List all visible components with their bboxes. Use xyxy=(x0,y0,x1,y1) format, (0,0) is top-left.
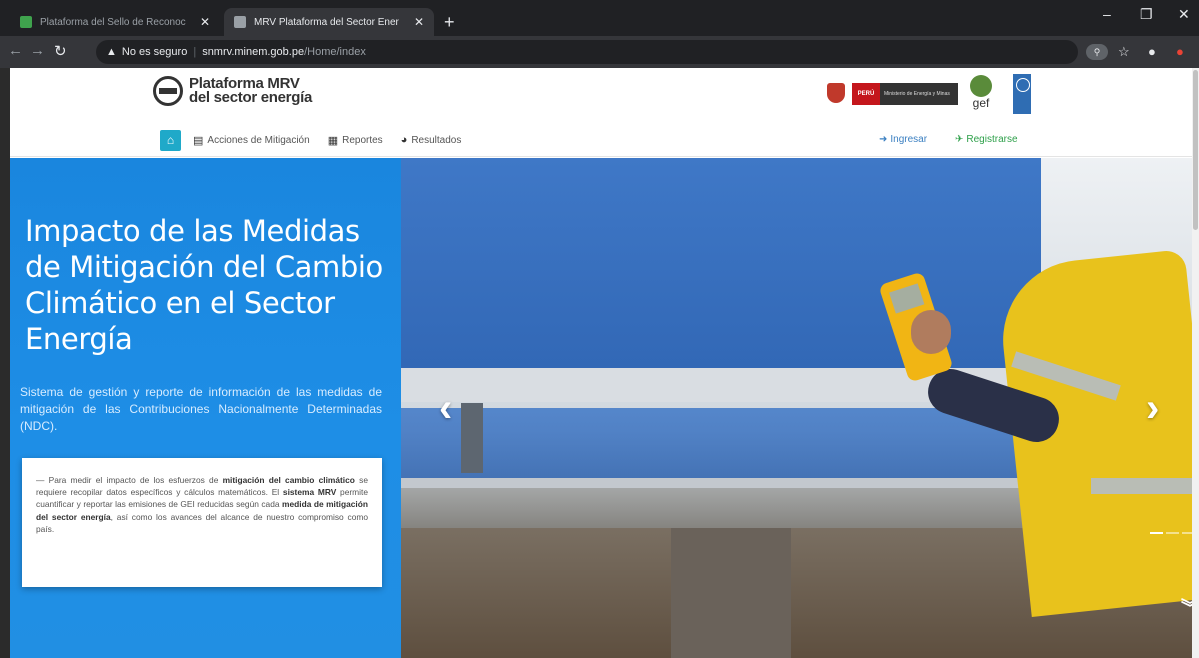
send-icon: ✈ xyxy=(955,134,964,145)
peru-shield-icon xyxy=(827,83,845,103)
nav-resultados[interactable]: ◕ Resultados xyxy=(401,134,462,146)
hero-image-solar-panels: ‹ › ︾ xyxy=(401,158,1192,658)
register-label: Registrarse xyxy=(966,134,1018,145)
scrollbar-thumb[interactable] xyxy=(1193,70,1198,230)
profile-icon[interactable]: ● xyxy=(1148,44,1156,59)
url-host: snmrv.minem.gob.pe xyxy=(202,46,305,58)
multimeter-screen xyxy=(889,283,925,314)
nav-label: Reportes xyxy=(342,134,383,146)
card-text: — Para medir el impacto de los esfuerzos… xyxy=(36,475,223,485)
hero-carousel: Impacto de las Medidas de Mitigación del… xyxy=(10,158,1192,658)
login-link[interactable]: ➜ Ingresar xyxy=(879,134,927,145)
hero-text-panel: Impacto de las Medidas de Mitigación del… xyxy=(10,158,401,658)
peru-label: PERÚ xyxy=(852,83,880,105)
home-button[interactable]: ⌂ xyxy=(160,129,181,151)
address-bar[interactable]: ▲ No es seguro | snmrv.minem.gob.pe /Hom… xyxy=(96,40,1078,64)
carousel-prev-icon[interactable]: ‹ xyxy=(439,386,452,431)
carousel-next-icon[interactable]: › xyxy=(1146,386,1159,431)
panel-rail xyxy=(401,478,1101,488)
tab-close-icon[interactable]: ✕ xyxy=(414,15,424,29)
scroll-down-icon[interactable]: ︾ xyxy=(1181,594,1192,620)
site-header: Plataforma MRV del sector energía PERÚ M… xyxy=(10,68,1192,157)
gef-globe-icon xyxy=(970,75,992,97)
extension-icon[interactable]: ● xyxy=(1176,44,1184,59)
gef-logo: gef xyxy=(968,75,994,111)
url-path: /Home/index xyxy=(304,46,366,58)
register-link[interactable]: ✈ Registrarse xyxy=(955,134,1018,145)
reload-icon[interactable]: ↻ xyxy=(54,42,67,60)
pie-chart-icon: ◕ xyxy=(400,134,408,146)
tab-close-icon[interactable]: ✕ xyxy=(200,15,210,29)
bookmark-star-icon[interactable]: ☆ xyxy=(1118,44,1130,60)
url-separator: | xyxy=(193,46,197,58)
back-icon[interactable]: ← xyxy=(8,42,23,59)
tab-favicon-icon xyxy=(234,16,246,28)
close-window-icon[interactable]: ✕ xyxy=(1178,6,1190,23)
hero-subtitle: Sistema de gestión y reporte de informac… xyxy=(20,385,382,433)
hand-image xyxy=(911,310,951,354)
reflective-stripe xyxy=(1091,478,1192,494)
tab-title: MRV Plataforma del Sector Ener xyxy=(254,16,399,28)
login-label: Ingresar xyxy=(890,134,928,145)
forward-icon[interactable]: → xyxy=(30,42,45,59)
search-extension-icon[interactable]: ⚲ xyxy=(1086,44,1108,60)
warning-icon: ▲ xyxy=(106,46,117,58)
site-logo[interactable]: Plataforma MRV del sector energía xyxy=(153,76,312,106)
carousel-indicator[interactable] xyxy=(1182,532,1192,534)
web-page: Plataforma MRV del sector energía PERÚ M… xyxy=(10,68,1192,658)
nav-label: Acciones de Mitigación xyxy=(207,134,310,146)
minimize-icon[interactable]: – xyxy=(1103,6,1111,22)
report-icon: ▦ xyxy=(327,134,339,147)
logo-line-2: del sector energía xyxy=(189,89,312,106)
globe-logo-icon xyxy=(153,76,183,106)
browser-tab-2[interactable]: MRV Plataforma del Sector Ener ✕ xyxy=(224,8,434,36)
main-nav: ⌂ ▤ Acciones de Mitigación ▦ Reportes ◕ … xyxy=(160,129,479,151)
page-scrollbar[interactable] xyxy=(1192,68,1199,658)
post-image xyxy=(671,528,791,658)
tab-favicon-icon xyxy=(20,16,32,28)
browser-tab-1[interactable]: Plataforma del Sello de Reconoc ✕ xyxy=(10,8,220,36)
tab-title: Plataforma del Sello de Reconoc xyxy=(40,16,186,28)
carousel-indicators xyxy=(1150,532,1192,534)
carousel-indicator[interactable] xyxy=(1150,532,1163,534)
undp-logo xyxy=(1013,74,1031,114)
nav-acciones-mitigacion[interactable]: ▤ Acciones de Mitigación xyxy=(193,134,310,147)
security-label: No es seguro xyxy=(121,46,188,58)
maximize-icon[interactable]: ❐ xyxy=(1140,6,1153,23)
sign-in-icon: ➜ xyxy=(879,134,888,145)
minem-logo: PERÚ Ministerio de Energía y Minas xyxy=(852,83,958,105)
gef-label: gef xyxy=(972,96,990,110)
list-icon: ▤ xyxy=(193,134,204,147)
nav-reportes[interactable]: ▦ Reportes xyxy=(328,134,383,147)
browser-toolbar: ← → ↻ ▲ No es seguro | snmrv.minem.gob.p… xyxy=(0,36,1199,68)
carousel-indicator[interactable] xyxy=(1166,532,1179,534)
logo-text: Plataforma MRV del sector energía xyxy=(189,76,312,106)
card-bold: sistema MRV xyxy=(282,487,337,498)
hero-title: Impacto de las Medidas de Mitigación del… xyxy=(25,214,383,356)
new-tab-icon[interactable]: + xyxy=(444,12,455,33)
ministry-label: Ministerio de Energía y Minas xyxy=(884,90,950,97)
card-bold: mitigación del cambio climático xyxy=(222,475,355,485)
browser-tab-bar: Plataforma del Sello de Reconoc ✕ MRV Pl… xyxy=(0,0,1199,36)
post-image xyxy=(461,403,483,473)
info-card: — Para medir el impacto de los esfuerzos… xyxy=(22,458,382,587)
nav-label: Resultados xyxy=(411,134,462,146)
